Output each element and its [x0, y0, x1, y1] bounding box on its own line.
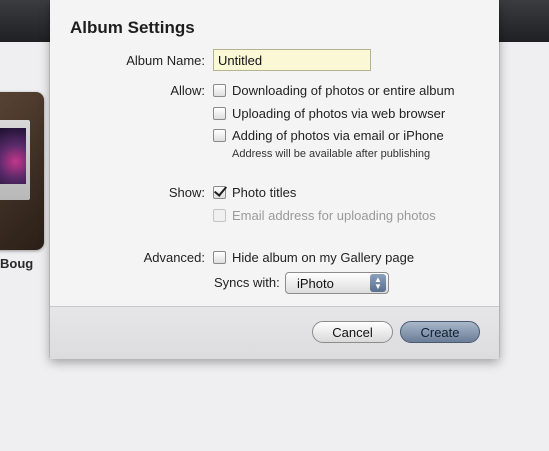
show-label: Show: [168, 185, 205, 200]
create-button[interactable]: Create [400, 321, 480, 343]
album-name-input[interactable] [213, 49, 371, 71]
allow-downloading-label[interactable]: Downloading of photos or entire album [232, 83, 455, 98]
allow-label: Allow: [170, 83, 205, 98]
advanced-label: Advanced: [143, 250, 205, 265]
select-updown-arrows-icon[interactable]: ▲ ▼ [370, 274, 386, 292]
email-address-label: Email address for uploading photos [232, 207, 436, 223]
dialog-title: Album Settings [70, 18, 195, 37]
cancel-button[interactable]: Cancel [312, 321, 393, 343]
hide-album-checkbox[interactable] [213, 250, 226, 264]
allow-email-adding-label[interactable]: Adding of photos via email or iPhone [232, 128, 444, 143]
album-thumbnail[interactable] [0, 92, 44, 250]
album-thumbnail-label[interactable]: Boug [0, 256, 33, 271]
allow-downloading-checkbox[interactable] [213, 83, 226, 97]
album-settings-dialog: Album Settings Album Name: Allow: Downlo… [50, 0, 499, 359]
hide-album-option[interactable]: Hide album on my Gallery page [213, 248, 414, 266]
allow-email-adding-checkbox[interactable] [213, 128, 226, 142]
show-email-address-option: Email address for uploading photos [213, 206, 436, 224]
allow-uploading-label[interactable]: Uploading of photos via web browser [232, 106, 445, 121]
syncs-with-value[interactable]: iPhoto [286, 276, 370, 291]
hide-album-label[interactable]: Hide album on my Gallery page [232, 250, 414, 265]
allow-uploading-option[interactable]: Uploading of photos via web browser [213, 104, 445, 122]
thumbnail-photo-screen [0, 120, 30, 200]
photo-titles-checkbox[interactable] [213, 185, 226, 199]
photo-titles-label[interactable]: Photo titles [232, 185, 296, 200]
show-photo-titles-option[interactable]: Photo titles [213, 183, 296, 201]
publish-address-note: Address will be available after publishi… [232, 148, 431, 160]
allow-uploading-checkbox[interactable] [213, 106, 226, 120]
syncs-with-select[interactable]: iPhoto ▲ ▼ [285, 272, 389, 294]
syncs-with-label: Syncs with: [214, 275, 280, 290]
allow-downloading-option[interactable]: Downloading of photos or entire album [213, 81, 455, 99]
album-name-label: Album Name: [126, 53, 205, 68]
allow-email-adding-option[interactable]: Adding of photos via email or iPhone [213, 126, 444, 144]
email-address-checkbox [213, 208, 226, 222]
